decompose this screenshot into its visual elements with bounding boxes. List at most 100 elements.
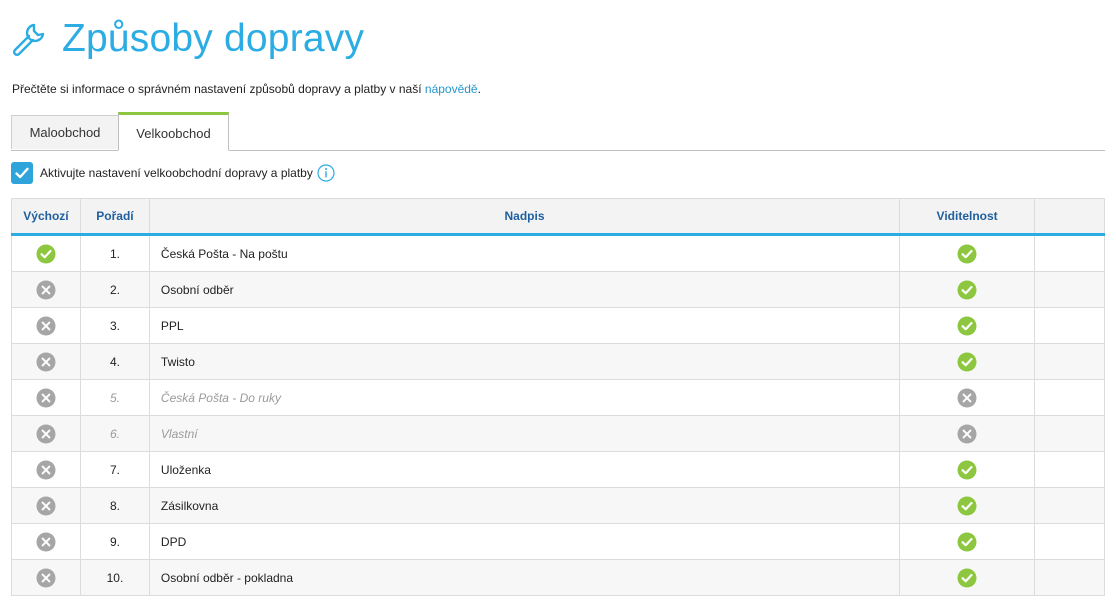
table-header-row: Výchozí Pořadí Nadpis Viditelnost: [11, 198, 1105, 236]
table-row[interactable]: 3. PPL: [11, 307, 1105, 344]
cell-default: [11, 271, 81, 308]
x-circle-icon[interactable]: [36, 460, 56, 480]
table-row[interactable]: 10. Osobní odběr - pokladna: [11, 559, 1105, 596]
check-circle-icon[interactable]: [957, 460, 977, 480]
cell-label: Česká Pošta - Do ruky: [148, 379, 901, 416]
intro-text-end: .: [477, 82, 481, 96]
check-circle-icon[interactable]: [36, 244, 56, 264]
cell-actions: [1034, 379, 1105, 416]
table-row[interactable]: 7. Uloženka: [11, 451, 1105, 488]
cell-label: Zásilkovna: [148, 487, 901, 524]
table-row[interactable]: 2. Osobní odběr: [11, 271, 1105, 308]
check-circle-icon[interactable]: [957, 352, 977, 372]
x-circle-icon[interactable]: [36, 352, 56, 372]
cell-actions: [1034, 559, 1105, 596]
cell-default: [11, 523, 81, 560]
help-link[interactable]: nápovědě: [425, 82, 478, 96]
cell-order: 9.: [79, 523, 150, 560]
cell-actions: [1034, 523, 1105, 560]
cell-default: [11, 343, 81, 380]
cell-label: Twisto: [148, 343, 901, 380]
tab-velkoobchod[interactable]: Velkoobchod: [118, 112, 229, 151]
x-circle-icon[interactable]: [957, 388, 977, 408]
cell-default: [11, 307, 81, 344]
info-icon[interactable]: [317, 164, 335, 182]
cell-default: [11, 559, 81, 596]
tab-maloobchod[interactable]: Maloobchod: [11, 115, 119, 149]
table-row[interactable]: 4. Twisto: [11, 343, 1105, 380]
cell-actions: [1034, 271, 1105, 308]
cell-default: [11, 451, 81, 488]
activate-row: Aktivujte nastavení velkoobchodní doprav…: [11, 162, 335, 184]
activate-label: Aktivujte nastavení velkoobchodní doprav…: [40, 166, 313, 180]
check-circle-icon[interactable]: [957, 496, 977, 516]
tab-bar: Maloobchod Velkoobchod: [11, 112, 1105, 151]
cell-label: Vlastní: [148, 415, 901, 452]
table-row[interactable]: 6. Vlastní: [11, 415, 1105, 452]
x-circle-icon[interactable]: [36, 424, 56, 444]
cell-order: 6.: [79, 415, 150, 452]
intro-text: Přečtěte si informace o správném nastave…: [12, 82, 481, 96]
cell-actions: [1034, 487, 1105, 524]
x-circle-icon[interactable]: [36, 316, 56, 336]
cell-label: Česká Pošta - Na poštu: [148, 234, 901, 272]
page-title: Způsoby dopravy: [62, 17, 365, 60]
table-row[interactable]: 9. DPD: [11, 523, 1105, 560]
cell-actions: [1034, 451, 1105, 488]
cell-label: DPD: [148, 523, 901, 560]
cell-actions: [1034, 343, 1105, 380]
cell-default: [11, 379, 81, 416]
cell-visibility: [899, 451, 1036, 488]
cell-default: [11, 234, 81, 272]
cell-default: [11, 415, 81, 452]
table-row[interactable]: 1. Česká Pošta - Na poštu: [11, 234, 1105, 272]
col-header-visibility[interactable]: Viditelnost: [899, 198, 1036, 236]
cell-visibility: [899, 415, 1036, 452]
activate-checkbox[interactable]: [11, 162, 33, 184]
cell-visibility: [899, 271, 1036, 308]
cell-visibility: [899, 307, 1036, 344]
table-row[interactable]: 5. Česká Pošta - Do ruky: [11, 379, 1105, 416]
check-circle-icon[interactable]: [957, 280, 977, 300]
col-header-actions: [1034, 198, 1105, 236]
cell-order: 5.: [79, 379, 150, 416]
cell-order: 1.: [79, 234, 150, 272]
cell-label: Uloženka: [148, 451, 901, 488]
cell-default: [11, 487, 81, 524]
cell-order: 2.: [79, 271, 150, 308]
check-circle-icon[interactable]: [957, 244, 977, 264]
cell-order: 4.: [79, 343, 150, 380]
cell-order: 3.: [79, 307, 150, 344]
col-header-order[interactable]: Pořadí: [79, 198, 150, 236]
check-circle-icon[interactable]: [957, 568, 977, 588]
intro-text-body: Přečtěte si informace o správném nastave…: [12, 82, 425, 96]
cell-actions: [1034, 307, 1105, 344]
cell-order: 8.: [79, 487, 150, 524]
table-row[interactable]: 8. Zásilkovna: [11, 487, 1105, 524]
col-header-label[interactable]: Nadpis: [148, 198, 901, 236]
x-circle-icon[interactable]: [957, 424, 977, 444]
cell-order: 7.: [79, 451, 150, 488]
check-circle-icon[interactable]: [957, 316, 977, 336]
col-header-default[interactable]: Výchozí: [11, 198, 81, 236]
page-header: Způsoby dopravy: [10, 14, 364, 64]
x-circle-icon[interactable]: [36, 280, 56, 300]
cell-visibility: [899, 234, 1036, 272]
cell-visibility: [899, 343, 1036, 380]
cell-visibility: [899, 487, 1036, 524]
shipping-table: Výchozí Pořadí Nadpis Viditelnost 1. Česk…: [11, 198, 1105, 596]
x-circle-icon[interactable]: [36, 568, 56, 588]
cell-label: Osobní odběr - pokladna: [148, 559, 901, 596]
cell-visibility: [899, 379, 1036, 416]
cell-actions: [1034, 234, 1105, 272]
cell-visibility: [899, 559, 1036, 596]
x-circle-icon[interactable]: [36, 532, 56, 552]
cell-visibility: [899, 523, 1036, 560]
x-circle-icon[interactable]: [36, 496, 56, 516]
cell-label: PPL: [148, 307, 901, 344]
x-circle-icon[interactable]: [36, 388, 56, 408]
cell-label: Osobní odběr: [148, 271, 901, 308]
cell-actions: [1034, 415, 1105, 452]
check-circle-icon[interactable]: [957, 532, 977, 552]
cell-order: 10.: [79, 559, 150, 596]
